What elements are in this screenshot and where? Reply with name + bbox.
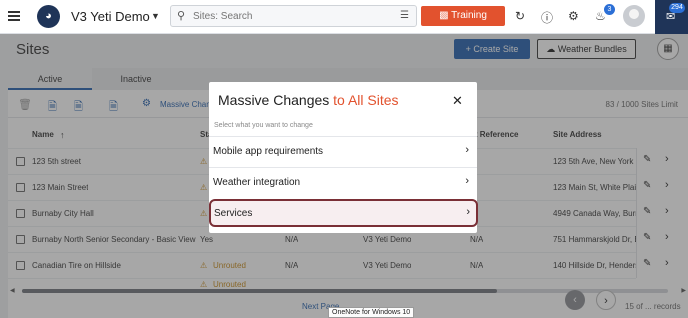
chevron-right-icon: ›	[465, 175, 469, 187]
chat-badge: 294	[669, 3, 685, 13]
org-logo-icon[interactable]: ◕	[37, 5, 60, 28]
option-label: Mobile app requirements	[213, 146, 324, 157]
help-icon[interactable]: ⓘ	[541, 9, 553, 26]
training-button[interactable]: ▩ Training	[421, 6, 505, 26]
dialog-title: Massive Changes to All Sites	[218, 92, 399, 108]
option-mobile-app-requirements[interactable]: Mobile app requirements ›	[209, 136, 477, 165]
refresh-icon[interactable]: ↻	[515, 9, 525, 23]
option-weather-integration[interactable]: Weather integration ›	[209, 167, 477, 196]
org-name[interactable]: V3 Yeti Demo	[71, 9, 150, 24]
training-label: Training	[451, 10, 487, 21]
search-icon: ⚲	[177, 10, 186, 22]
option-label: Weather integration	[213, 177, 301, 188]
top-bar: ◕ V3 Yeti Demo ▼ ⚲ ☰ ▩ Training ↻ ⓘ ⚙ ♨ …	[0, 0, 688, 34]
search-input[interactable]	[193, 9, 383, 24]
menu-icon[interactable]	[8, 11, 20, 21]
avatar[interactable]	[623, 5, 645, 27]
close-icon[interactable]: ✕	[452, 93, 463, 109]
dialog-subtitle: Select what you want to change	[214, 122, 313, 129]
gear-icon[interactable]: ⚙	[568, 9, 579, 23]
chevron-down-icon[interactable]: ▼	[151, 11, 160, 21]
chevron-right-icon: ›	[466, 206, 470, 218]
filter-icon[interactable]: ☰	[400, 10, 409, 21]
dialog-title-accent: to All Sites	[333, 92, 399, 108]
notification-badge: 3	[604, 4, 615, 15]
massive-changes-dialog: Massive Changes to All Sites ✕ Select wh…	[209, 82, 478, 233]
option-label: Services	[214, 208, 253, 219]
chevron-right-icon: ›	[465, 144, 469, 156]
taskbar-tooltip: OneNote for Windows 10	[328, 307, 415, 318]
search-box[interactable]: ⚲ ☰	[170, 5, 417, 27]
option-services[interactable]: Services ›	[209, 199, 478, 227]
dialog-title-main: Massive Changes	[218, 92, 330, 108]
